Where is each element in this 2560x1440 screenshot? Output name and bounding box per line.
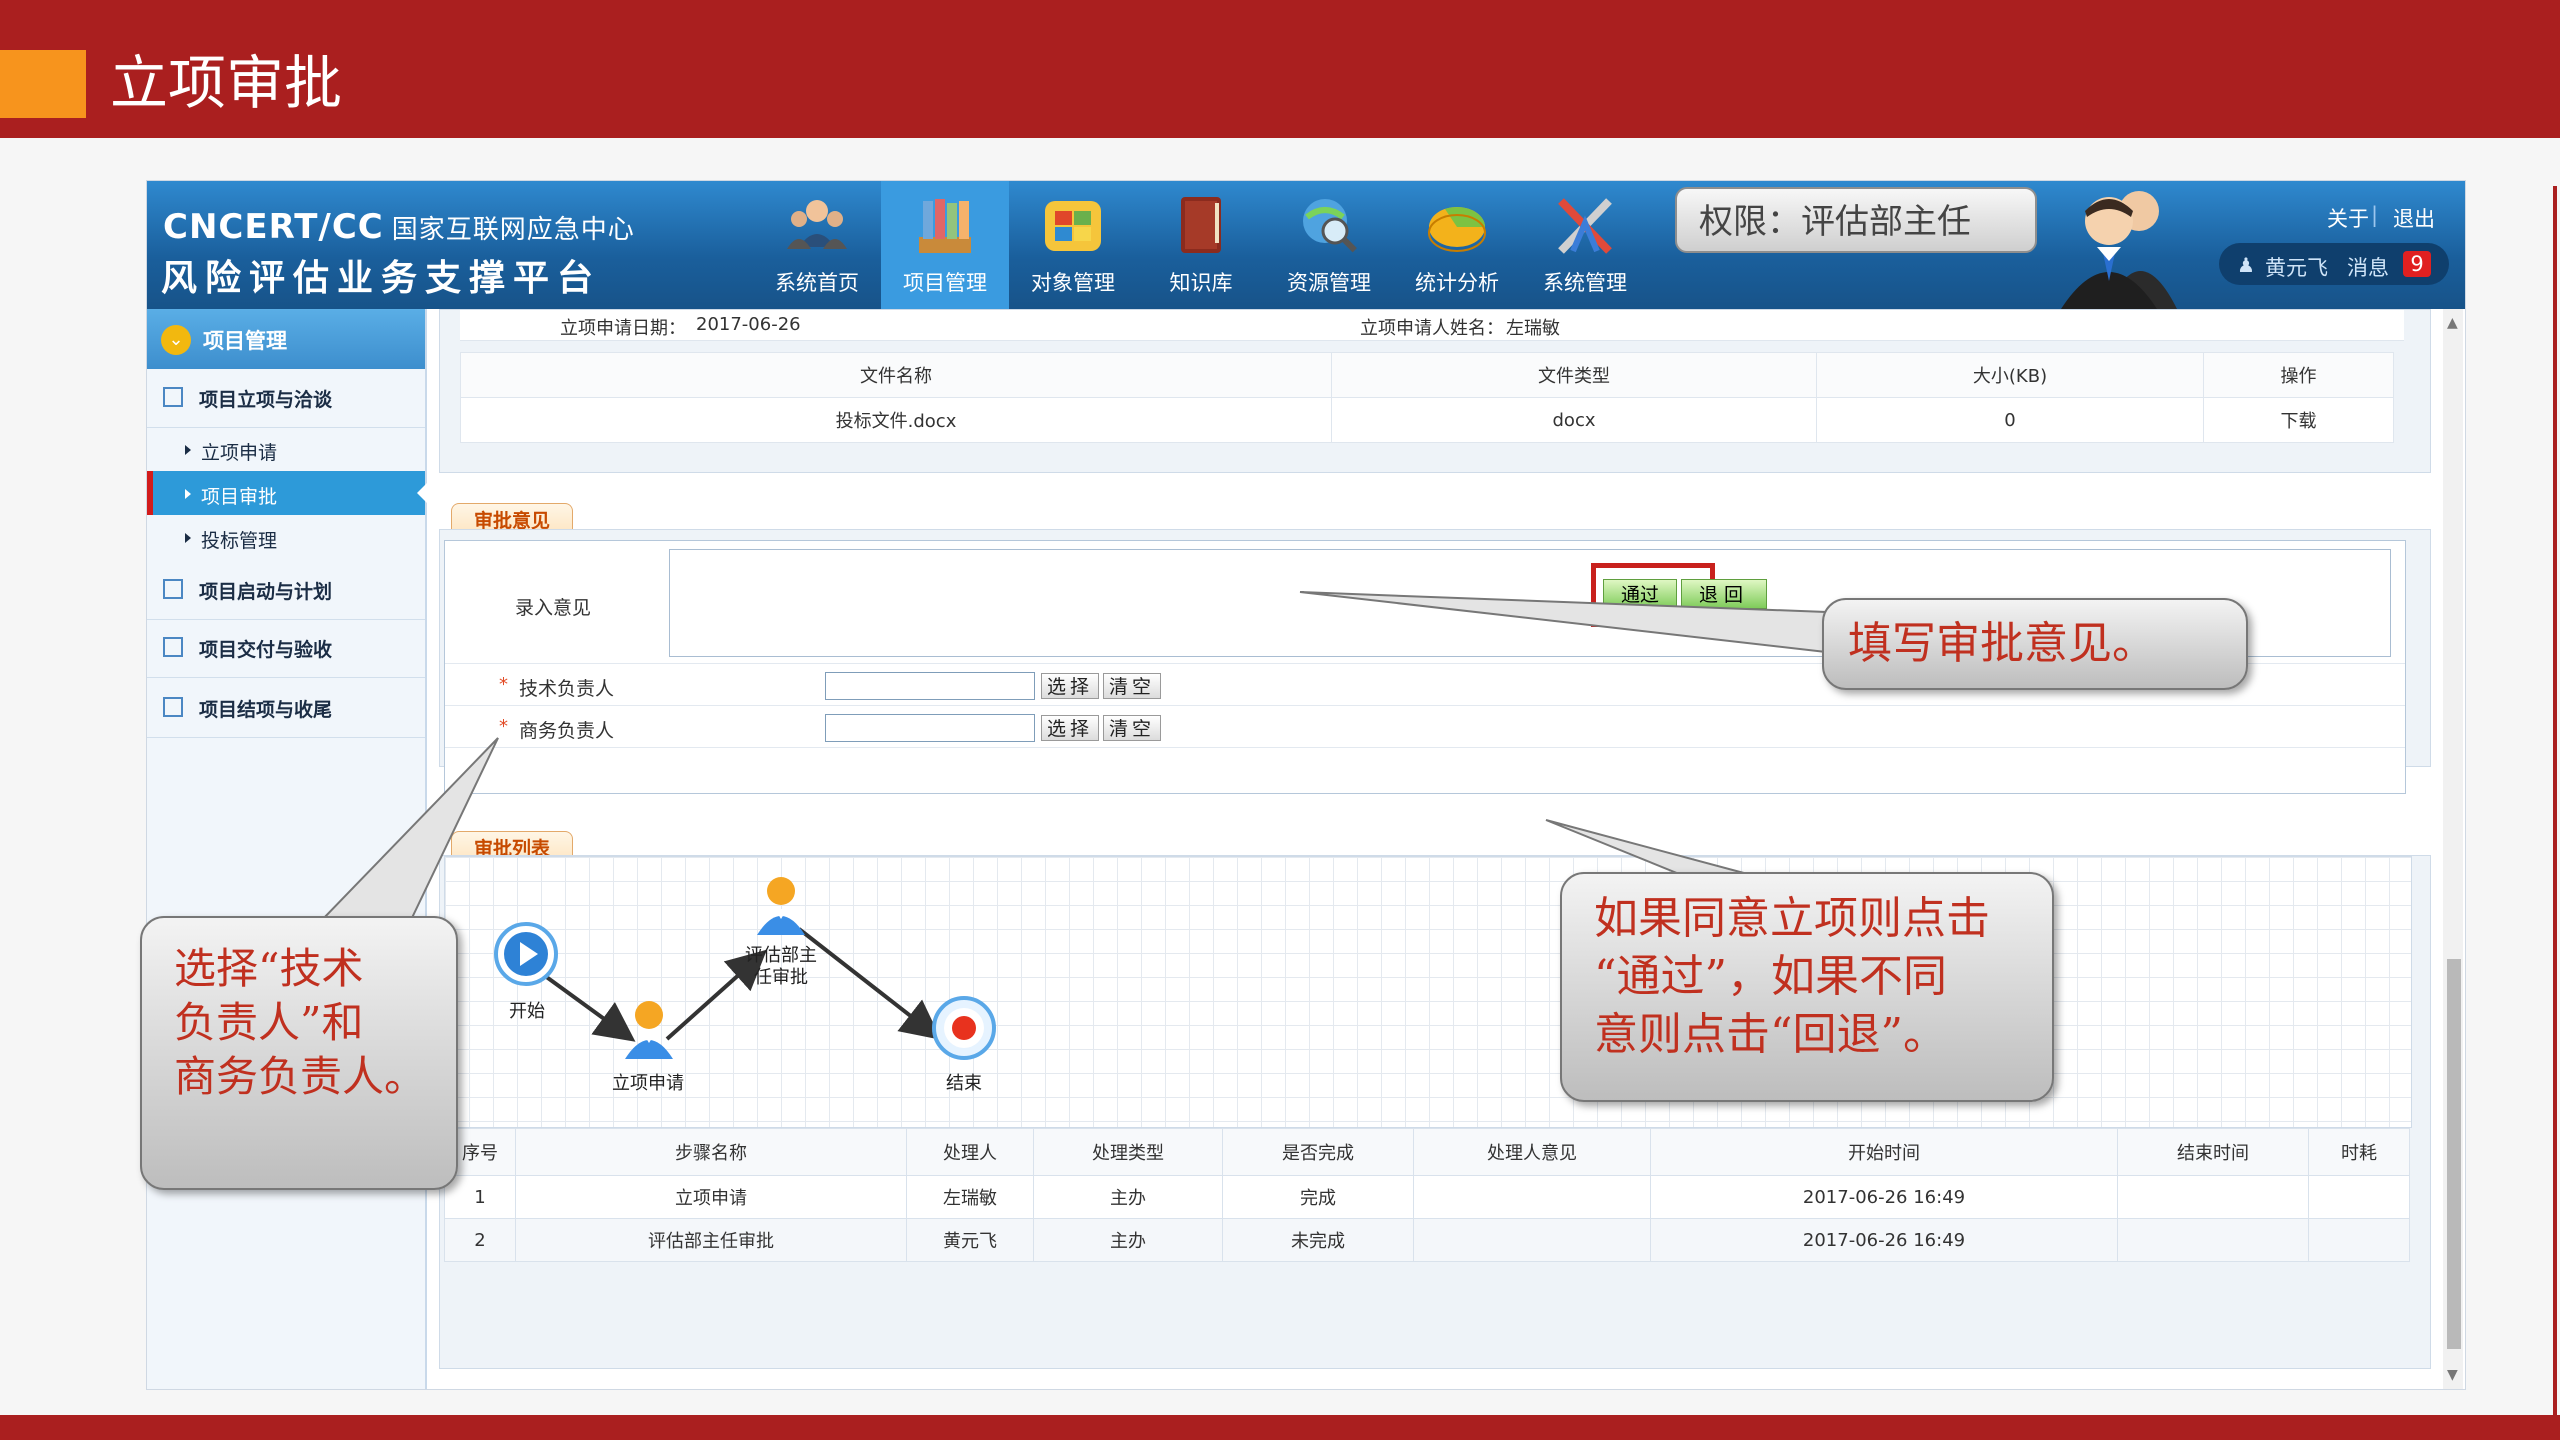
approve-instructions-callout: 如果同意立项则点击 “通过”，如果不同 意则点击“回退”。 [1560,872,2054,1102]
callout-line: 商务负责人。 [174,1052,427,1101]
select-leads-callout: 选择“技术 负责人”和 商务负责人。 [140,916,458,1190]
callout-line: 负责人”和 [174,998,364,1047]
callout-line: “通过”，如果不同 [1594,951,1947,1002]
fill-opinion-callout: 填写审批意见。 [1822,598,2248,690]
callout-line: 意则点击“回退”。 [1594,1009,1947,1060]
callout-line: 如果同意立项则点击 [1594,893,1990,944]
callout-line: 选择“技术 [174,944,364,993]
callout-pointers [317,591,1827,923]
